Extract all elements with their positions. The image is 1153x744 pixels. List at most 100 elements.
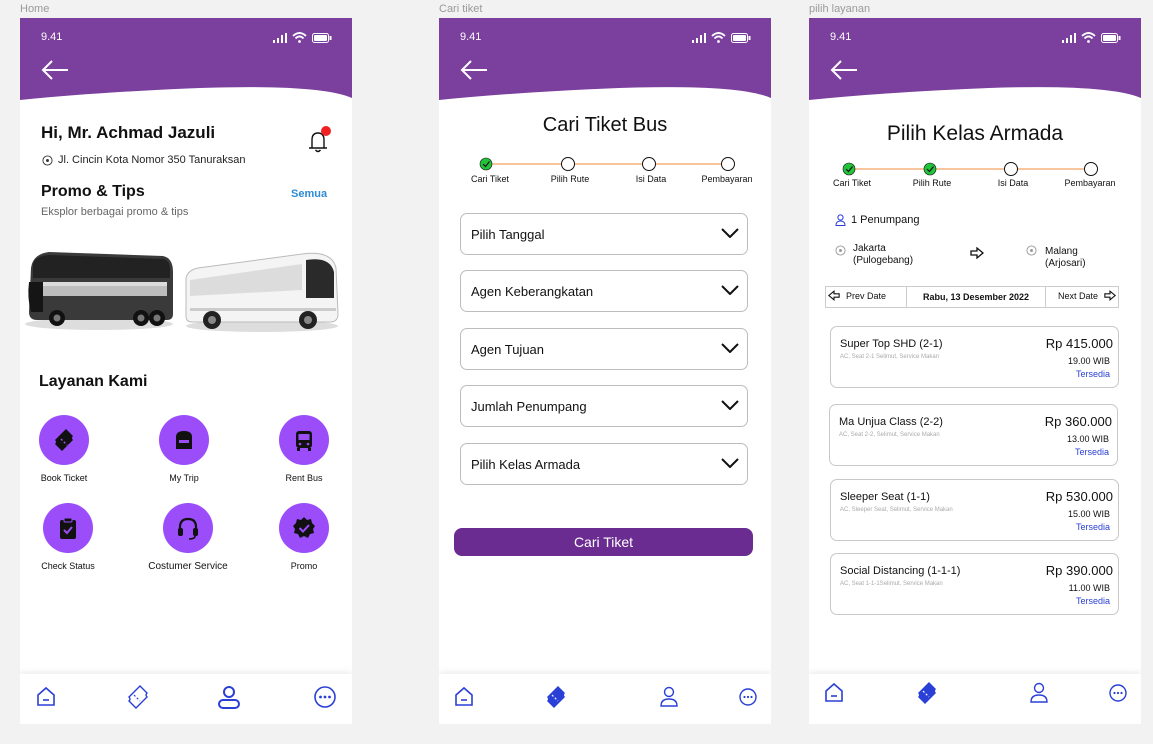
location-icon xyxy=(1026,245,1037,256)
step-label: Cari Tiket xyxy=(470,174,510,184)
destination-agent-dropdown[interactable]: Agen Tujuan xyxy=(460,328,748,370)
origin-name: Jakarta xyxy=(853,243,886,254)
passenger-info: 1 Penumpang xyxy=(835,214,920,226)
greeting: Hi, Mr. Achmad Jazuli xyxy=(41,123,216,142)
notification-bell-icon[interactable] xyxy=(304,126,334,156)
prev-date-button[interactable]: Prev Date xyxy=(828,290,886,301)
search-ticket-button[interactable]: Cari Tiket xyxy=(454,528,753,556)
date-selector: Prev Date Rabu, 13 Desember 2022 Next Da… xyxy=(825,286,1119,308)
promo-service[interactable]: Promo xyxy=(264,503,344,571)
cari-tiket-screen: 9.41 Cari Tiket Bus Cari Tiket Pilih Rut… xyxy=(439,18,771,724)
class-description: AC, Sleeper Seat, Selimut, Service Makan xyxy=(840,507,953,513)
arrow-right-icon xyxy=(1104,290,1116,301)
see-all-link[interactable]: Semua xyxy=(291,188,327,200)
badge-icon xyxy=(293,517,315,538)
destination-name: Malang xyxy=(1045,246,1078,257)
class-name: Social Distancing (1-1-1) xyxy=(840,565,961,577)
chevron-down-icon xyxy=(721,285,739,295)
more-icon[interactable] xyxy=(1105,680,1131,706)
step-label: Pilih Rute xyxy=(912,178,952,188)
current-date: Rabu, 13 Desember 2022 xyxy=(906,287,1046,307)
class-card[interactable]: Ma Unjua Class (2-2) AC, Seat 2-2, Selim… xyxy=(829,404,1118,466)
ticket-nav-icon[interactable] xyxy=(125,684,151,710)
page-title: Cari Tiket Bus xyxy=(542,114,668,136)
departure-time: 13.00 WIB xyxy=(1066,434,1109,444)
rent-bus-service[interactable]: Rent Bus xyxy=(264,415,344,483)
home-icon[interactable] xyxy=(451,684,477,710)
availability-status: Tersedia xyxy=(1074,447,1109,457)
ticket-nav-icon[interactable] xyxy=(914,680,940,706)
stepper-track xyxy=(842,162,1098,176)
location-icon xyxy=(835,245,846,256)
class-name: Ma Unjua Class (2-2) xyxy=(839,416,943,428)
profile-icon[interactable] xyxy=(656,684,682,710)
passenger-count-dropdown[interactable]: Jumlah Penumpang xyxy=(460,385,748,427)
date-dropdown[interactable]: Pilih Tanggal xyxy=(460,213,748,255)
class-price: Rp 390.000 xyxy=(1045,563,1113,578)
step-label: Cari Tiket xyxy=(832,178,872,188)
profile-icon[interactable] xyxy=(1026,680,1052,706)
class-price: Rp 415.000 xyxy=(1045,336,1113,351)
class-card[interactable]: Social Distancing (1-1-1) AC, Seat 1-1-1… xyxy=(830,553,1119,615)
check-status-service[interactable]: Check Status xyxy=(28,503,108,571)
dropdown-label: Pilih Tanggal xyxy=(471,227,545,242)
bottom-nav xyxy=(809,674,1141,724)
more-icon[interactable] xyxy=(312,684,338,710)
class-description: AC, Seat 2-2, Selimut, Service Makan xyxy=(839,432,940,438)
departure-time: 19.00 WIB xyxy=(1067,356,1110,366)
service-label: Check Status xyxy=(41,561,95,571)
home-icon[interactable] xyxy=(821,680,847,706)
wifi-icon xyxy=(292,32,307,43)
next-date-label: Next Date xyxy=(1057,290,1098,301)
status-icons xyxy=(692,32,751,43)
departure-agent-dropdown[interactable]: Agen Keberangkatan xyxy=(460,270,748,312)
more-icon[interactable] xyxy=(735,684,761,710)
profile-icon[interactable] xyxy=(216,684,242,710)
class-name: Super Top SHD (2-1) xyxy=(840,338,943,350)
status-icons xyxy=(273,32,332,43)
departure-time: 11.00 WIB xyxy=(1068,583,1110,593)
bottom-nav xyxy=(439,674,771,724)
my-trip-service[interactable]: My Trip xyxy=(144,415,224,483)
customer-service[interactable]: Costumer Service xyxy=(148,503,228,572)
wifi-icon xyxy=(711,32,726,43)
promo-title: Promo & Tips xyxy=(41,183,145,200)
class-price: Rp 530.000 xyxy=(1045,489,1113,504)
class-description: AC, Seat 1-1-1Selimut, Service Makan xyxy=(840,581,943,587)
passenger-count: 1 Penumpang xyxy=(851,214,920,226)
header: 9.41 xyxy=(439,18,771,108)
back-button[interactable] xyxy=(40,58,70,82)
ticket-nav-icon[interactable] xyxy=(543,684,569,710)
arrow-right-icon xyxy=(970,247,984,259)
header: 9.41 xyxy=(809,18,1141,108)
origin-terminal: (Pulogebang) xyxy=(853,255,914,266)
home-icon[interactable] xyxy=(33,684,59,710)
step-label: Isi Data xyxy=(635,174,667,184)
stepper: Cari Tiket Pilih Rute Isi Data Pembayara… xyxy=(439,157,771,197)
next-date-button[interactable]: Next Date xyxy=(1058,290,1116,301)
service-label: Rent Bus xyxy=(285,473,323,483)
destination-city: Malang (Arjosari) xyxy=(1045,246,1086,270)
dropdown-label: Jumlah Penumpang xyxy=(471,399,587,414)
service-label: My Trip xyxy=(169,473,199,483)
class-card[interactable]: Sleeper Seat (1-1) AC, Sleeper Seat, Sel… xyxy=(830,479,1119,541)
back-button[interactable] xyxy=(459,58,489,82)
step-label: Isi Data xyxy=(997,178,1029,188)
service-label: Promo xyxy=(290,561,318,571)
address-text: Jl. Cincin Kota Nomor 350 Tanuraksan xyxy=(58,154,246,166)
availability-status: Tersedia xyxy=(1075,522,1110,532)
back-button[interactable] xyxy=(829,58,859,82)
availability-status: Tersedia xyxy=(1075,369,1110,379)
class-card[interactable]: Super Top SHD (2-1) AC, Seat 2-1 Selimut… xyxy=(830,326,1119,388)
stepper-track xyxy=(479,157,735,171)
battery-icon xyxy=(1101,32,1121,43)
battery-icon xyxy=(312,32,332,43)
step-label: Pembayaran xyxy=(1064,178,1116,188)
book-ticket-service[interactable]: Book Ticket xyxy=(24,415,104,483)
frame-label-pilih: pilih layanan xyxy=(809,3,871,15)
double-decker-bus-image xyxy=(25,252,173,330)
chevron-down-icon xyxy=(721,400,739,410)
battery-icon xyxy=(731,32,751,43)
status-time: 9.41 xyxy=(460,31,482,43)
fleet-class-dropdown[interactable]: Pilih Kelas Armada xyxy=(460,443,748,485)
